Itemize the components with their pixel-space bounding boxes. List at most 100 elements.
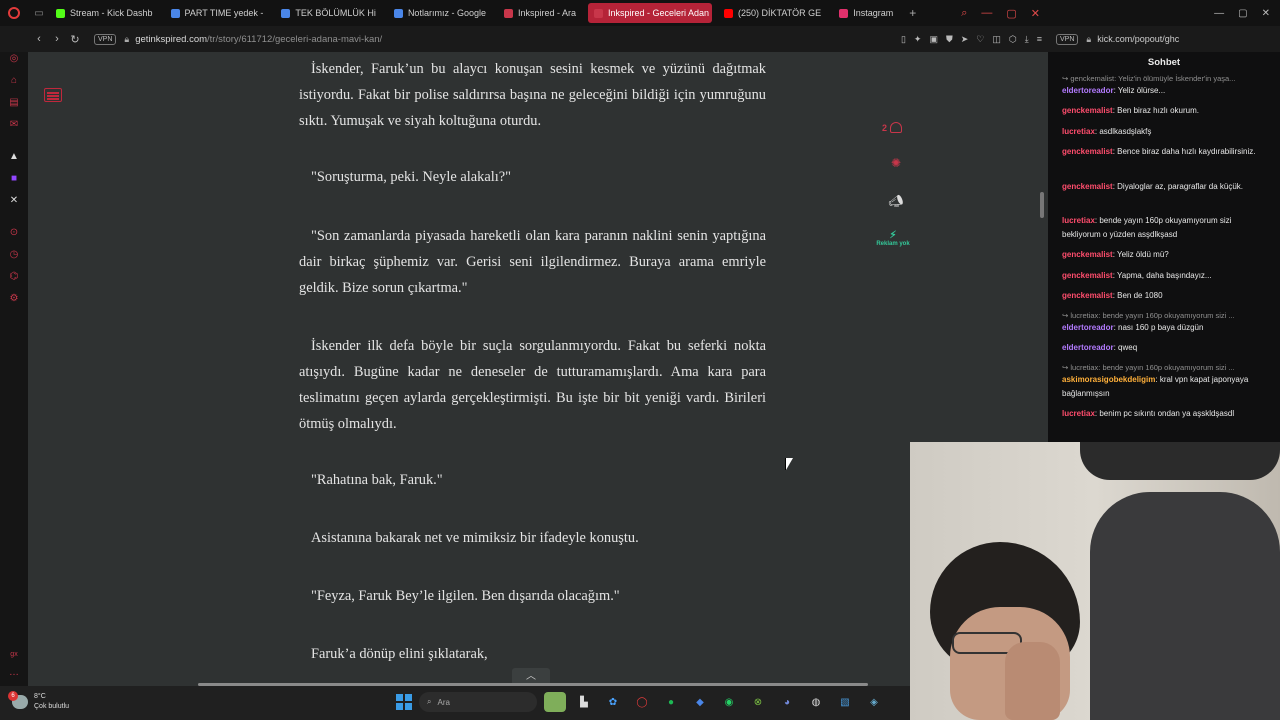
browser-tab[interactable]: TEK BÖLÜMLÜK Hi (275, 3, 382, 23)
settings-icon[interactable]: ⚙ (7, 292, 21, 306)
paragraph: İskender, Faruk’un bu alaycı konuşan ses… (299, 61, 766, 129)
browser-tab[interactable]: Notlarımız - Google (388, 3, 492, 23)
chat-username[interactable]: genckemalist (1062, 147, 1113, 156)
spotify-icon[interactable]: ● (660, 692, 682, 712)
vpn-badge[interactable]: VPN (1056, 33, 1079, 45)
tab-favicon-icon (594, 8, 603, 18)
browser-tab[interactable]: Instagram (833, 3, 899, 23)
new-tab-button[interactable]: + (909, 6, 916, 20)
chat-username[interactable]: genckemalist (1062, 250, 1113, 259)
opera-sidebar: ◎ ⌂ ▤ ✉ ▲ ■ ✕ ⊙ ◷ ⌬ ⚙ gx … (0, 52, 28, 686)
chat-username[interactable]: askimorasigobekdeligim (1062, 375, 1155, 384)
tab-favicon-icon (503, 8, 513, 18)
app-icon-2[interactable]: ▧ (834, 692, 856, 712)
close-window-button[interactable]: ✕ (1262, 8, 1270, 19)
minimize-button[interactable]: — (981, 7, 992, 19)
vertical-scrollbar[interactable] (1040, 192, 1044, 218)
opera-logo-icon[interactable] (0, 0, 28, 26)
chat-message: eldertoreador: Yeliz ölürse... (1062, 84, 1266, 98)
tab-label: Notlarımız - Google (407, 8, 486, 18)
streamer-hand (1005, 642, 1060, 720)
browser-tab[interactable]: Inkspired - Ara (498, 3, 582, 23)
history-icon[interactable]: ◷ (7, 248, 21, 262)
discord-icon[interactable]: ◕ (776, 692, 798, 712)
app-icon[interactable]: ◆ (689, 692, 711, 712)
twitch-icon[interactable]: ■ (7, 172, 21, 186)
tab-workspace-icon[interactable]: ▭ (28, 8, 50, 19)
whatsapp-icon[interactable]: ◉ (718, 692, 740, 712)
megaphone-icon[interactable]: 📣︎ (888, 194, 904, 208)
minimize-button[interactable]: — (1214, 8, 1224, 19)
download-icon[interactable]: ⤓ (1025, 34, 1029, 45)
messenger-icon[interactable]: ▤ (7, 96, 21, 110)
aria-icon[interactable]: ◎ (7, 52, 21, 66)
chat-username[interactable]: lucretiax (1062, 127, 1095, 136)
box-icon[interactable]: ◫ (992, 34, 1001, 45)
chat-username[interactable]: eldertoreador (1062, 86, 1114, 95)
pinboard-icon[interactable]: ⌬ (7, 270, 21, 284)
lock-icon[interactable]: 🔒︎ (124, 34, 129, 45)
chat-username[interactable]: genckemalist (1062, 291, 1113, 300)
paragraph: İskender ilk defa böyle bir suçla sorgul… (299, 338, 766, 432)
table-of-contents-icon[interactable] (44, 88, 62, 102)
copilot-icon[interactable]: ✿ (602, 692, 624, 712)
app-icon-3[interactable]: ◈ (863, 692, 885, 712)
vpn-badge[interactable]: VPN (94, 33, 117, 45)
chat-url-field[interactable]: kick.com/popout/ghc (1097, 34, 1179, 44)
chat-address-bar: VPN 🔒︎ kick.com/popout/ghc (1048, 26, 1280, 52)
back-button[interactable]: ‹ (30, 33, 48, 45)
no-ads-badge[interactable]: ⚡︎ Reklam yok (868, 230, 918, 247)
xbox-icon[interactable]: ⊗ (747, 692, 769, 712)
reader-icon[interactable]: ▯ (901, 34, 906, 45)
bolt-icon: ⚡︎ (889, 230, 897, 241)
player-icon[interactable]: ⊙ (7, 226, 21, 240)
url-field[interactable]: getinkspired.com/tr/story/611712/geceler… (135, 34, 382, 45)
browser-tab[interactable]: PART TIME yedek - (165, 3, 270, 23)
chat-message: lucretiax: benim pc sıkıntı ondan ya aşs… (1062, 407, 1266, 421)
snapshot-icon[interactable]: ▣ (929, 34, 938, 45)
kick-icon[interactable]: ▲ (7, 150, 21, 164)
tab-favicon-icon (724, 8, 733, 18)
taskbar-search[interactable]: ⌕ Ara (419, 692, 537, 712)
send-icon[interactable]: ➤ (961, 34, 969, 45)
like-button[interactable]: 2 (882, 122, 903, 133)
widgets-icon[interactable] (544, 692, 566, 712)
mail-icon[interactable]: ✉ (7, 118, 21, 132)
chat-username[interactable]: eldertoreador (1062, 323, 1114, 332)
chat-username[interactable]: eldertoreador (1062, 343, 1114, 352)
extensions-icon[interactable]: ⬡ (1009, 34, 1017, 45)
task-view-icon[interactable]: ▙ (573, 692, 595, 712)
chair (1090, 492, 1280, 720)
menu-icon[interactable]: ≡ (1037, 34, 1042, 44)
brain-icon[interactable]: ✺ (888, 156, 904, 170)
shield-icon[interactable]: ⛊ (946, 34, 953, 45)
chat-message: genckemalist: Diyaloglar az, paragraflar… (1062, 180, 1266, 194)
lock-icon[interactable]: 🔒︎ (1086, 34, 1091, 45)
opera-icon[interactable]: ◯ (631, 692, 653, 712)
chat-username[interactable]: lucretiax (1062, 216, 1095, 225)
close-window-button[interactable]: ✕ (1031, 7, 1040, 20)
bag-icon[interactable]: ⌂ (7, 74, 21, 88)
browser-tab[interactable]: Inkspired - Geceleri Adan (588, 3, 712, 23)
start-button[interactable] (396, 694, 412, 710)
chat-username[interactable]: genckemalist (1062, 106, 1113, 115)
obs-icon[interactable]: ◍ (805, 692, 827, 712)
more-icon[interactable]: … (7, 666, 21, 680)
maximize-button[interactable]: ▢ (1238, 8, 1247, 19)
heart-icon[interactable]: ♡ (976, 34, 984, 45)
gx-icon[interactable]: gx (7, 648, 21, 662)
chat-text: : nası 160 p baya düzgün (1113, 323, 1204, 332)
chat-username[interactable]: genckemalist (1062, 271, 1113, 280)
browser-tab[interactable]: (250) DİKTATÖR GE (718, 3, 827, 23)
maximize-button[interactable]: ▢ (1006, 7, 1016, 20)
forward-button[interactable]: › (48, 33, 66, 45)
search-tabs-icon[interactable]: ⌕ (961, 7, 967, 20)
chat-username[interactable]: genckemalist (1062, 182, 1113, 191)
pin-icon[interactable]: ✦ (914, 34, 922, 45)
weather-widget[interactable]: 6 8°C Çok bulutlu (8, 691, 69, 712)
browser-tab[interactable]: Stream - Kick Dashb (50, 3, 159, 23)
reload-button[interactable]: ↻ (66, 33, 84, 46)
chat-text: : Ben de 1080 (1112, 291, 1163, 300)
x-icon[interactable]: ✕ (7, 194, 21, 208)
chat-username[interactable]: lucretiax (1062, 409, 1095, 418)
